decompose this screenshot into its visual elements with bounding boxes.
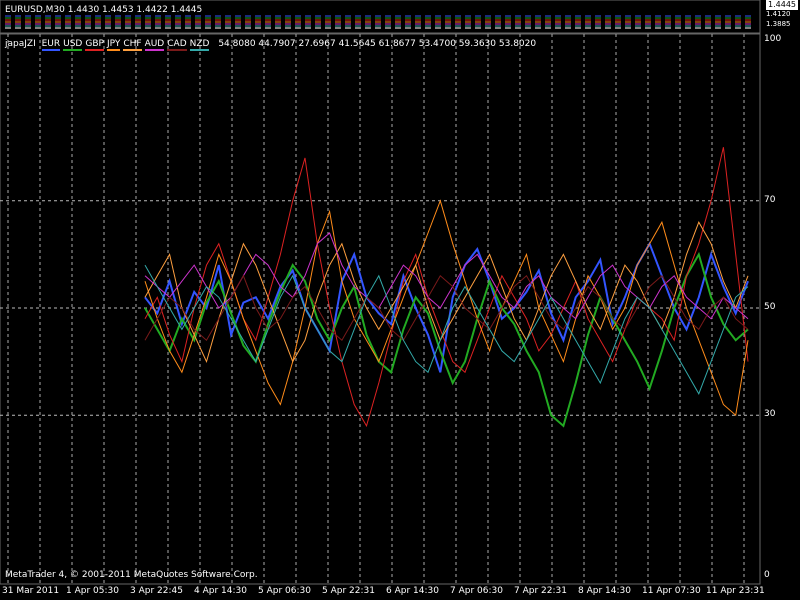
x-tick-label: 1 Apr 05:30 [66, 586, 119, 596]
x-tick-label: 6 Apr 14:30 [386, 586, 439, 596]
legend-cad: CAD [167, 39, 187, 51]
x-tick-label: 4 Apr 14:30 [194, 586, 247, 596]
y-tick-label: 50 [764, 302, 776, 312]
x-tick-label: 31 Mar 2011 [2, 586, 60, 596]
x-tick-label: 11 Apr 23:31 [706, 586, 765, 596]
indicator-values: 54.8080 44.7907 27.6967 41.5645 61.8677 … [218, 39, 537, 49]
legend-aud: AUD [144, 39, 165, 51]
legend-eur: EUR [41, 39, 61, 51]
x-tick-label: 7 Apr 06:30 [450, 586, 503, 596]
y-tick-label: 30 [764, 409, 776, 420]
y-tick-label: 70 [764, 194, 776, 205]
x-tick-label: 8 Apr 14:30 [578, 586, 631, 596]
y-tick-label: 100 [764, 34, 782, 44]
legend-chf: CHF [123, 39, 142, 51]
legend-jpy: JPY [106, 39, 121, 51]
copyright-text: MetaTrader 4, © 2001-2011 MetaQuotes Sof… [5, 570, 258, 580]
x-tick-label: 7 Apr 22:31 [514, 586, 567, 596]
x-tick-label: 5 Apr 22:31 [322, 586, 375, 596]
legend-usd: USD [63, 39, 83, 51]
legend-nzd: NZD [189, 39, 210, 51]
x-tick-label: 11 Apr 07:30 [642, 586, 701, 596]
series-line-gbp [144, 147, 749, 428]
indicator-label: japaJZI EUR USD GBP JPY CHF AUD CAD NZD 54.8080… [5, 39, 539, 51]
indicator-chart[interactable] [0, 0, 800, 600]
y-tick-label: 0 [764, 570, 770, 580]
x-tick-label: 3 Apr 22:45 [130, 586, 183, 596]
indicator-name: japaJZI [5, 39, 36, 49]
legend-gbp: GBP [85, 39, 104, 51]
x-tick-label: 5 Apr 06:30 [258, 586, 311, 596]
series-line-aud [144, 232, 749, 320]
